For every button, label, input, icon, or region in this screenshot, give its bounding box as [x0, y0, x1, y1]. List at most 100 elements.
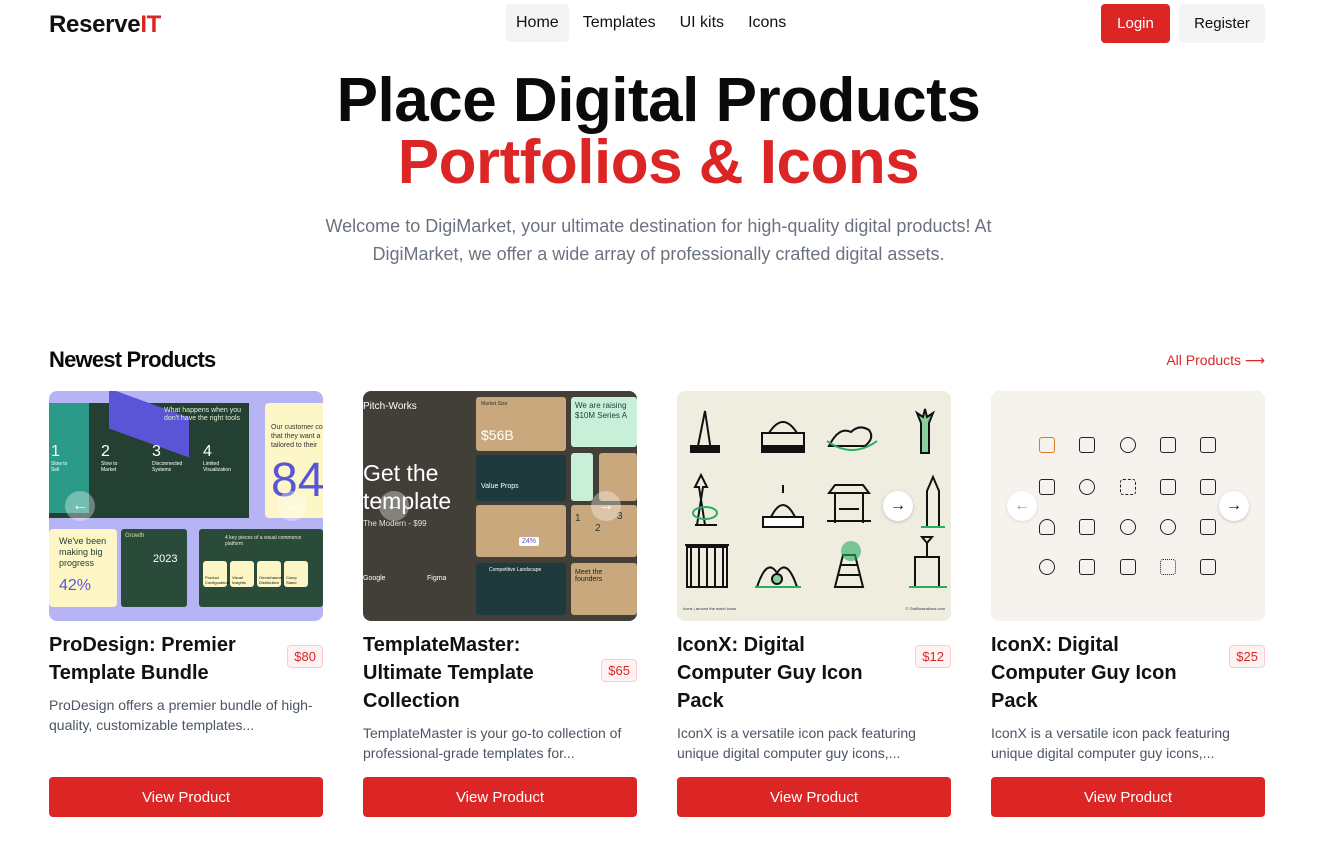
- thumb-caption-left: Icons | around the world icons: [683, 606, 737, 611]
- shopping-bag-icon: [1039, 437, 1055, 453]
- thumb-percent: 42%: [59, 577, 92, 594]
- thumb-shape: [121, 529, 187, 607]
- view-product-button[interactable]: View Product: [363, 777, 637, 817]
- thumb-market-value: $56B: [481, 427, 514, 443]
- thumb-step: 2 Slow to Market: [101, 443, 125, 473]
- wallet-icon: [1079, 437, 1095, 453]
- product-title[interactable]: ProDesign: Premier Template Bundle: [49, 631, 269, 687]
- product-title[interactable]: TemplateMaster: Ultimate Template Collec…: [363, 631, 583, 715]
- arrow-right-icon: →: [284, 497, 300, 514]
- view-product-button[interactable]: View Product: [49, 777, 323, 817]
- price-badge: $80: [287, 645, 323, 668]
- user-icon: [1039, 519, 1055, 535]
- product-card: Pitch-Works Get the template The Modern …: [363, 391, 637, 817]
- thumb-step-number: 4: [203, 443, 212, 460]
- hero-title-line2: Portfolios & Icons: [397, 128, 920, 197]
- carousel-next-button[interactable]: →: [1219, 491, 1249, 521]
- view-product-button[interactable]: View Product: [991, 777, 1265, 817]
- price-badge: $12: [915, 645, 951, 668]
- nav-link-home[interactable]: Home: [506, 4, 569, 42]
- product-title[interactable]: IconX: Digital Computer Guy Icon Pack: [677, 631, 897, 715]
- arrow-left-icon: ←: [1014, 497, 1030, 514]
- product-thumbnail[interactable]: ← →: [991, 391, 1265, 621]
- basket-icon: [1160, 437, 1176, 453]
- thumb-step-label: Limited Visualization: [203, 461, 231, 473]
- atm-icon: [1039, 479, 1055, 495]
- product-title[interactable]: IconX: Digital Computer Guy Icon Pack: [991, 631, 1211, 715]
- thumb-founders: Meet the founders: [575, 569, 603, 583]
- thumb-piece-label: Comp Stand: [284, 561, 308, 587]
- thumb-step-label: Disconnected Systems: [152, 461, 183, 473]
- card-header: TemplateMaster: Ultimate Template Collec…: [363, 631, 637, 763]
- add-icon: [1079, 479, 1095, 495]
- carousel-prev-button[interactable]: ←: [379, 491, 409, 521]
- discount-icon: [1039, 559, 1055, 575]
- arrow-left-icon: ←: [72, 497, 88, 514]
- ticket-icon: [1200, 559, 1216, 575]
- thumb-percent: 24%: [519, 537, 540, 546]
- arrow-left-icon: ←: [386, 497, 402, 514]
- price-badge: $25: [1229, 645, 1265, 668]
- lock-icon: [1160, 519, 1176, 535]
- nav-link-icons[interactable]: Icons: [738, 4, 796, 42]
- product-description: ProDesign offers a premier bundle of hig…: [49, 697, 313, 733]
- register-button[interactable]: Register: [1179, 4, 1265, 43]
- thumb-step: 4 Limited Visualization: [203, 443, 233, 473]
- thumb-raising-text: We are raising $10M Series A: [575, 401, 628, 420]
- thumb-piece-label: Visual Insights: [230, 561, 254, 587]
- qr-code-icon: [1160, 559, 1176, 575]
- hero-description: Welcome to DigiMarket, your ultimate des…: [325, 216, 992, 264]
- product-description: IconX is a versatile icon pack featuring…: [991, 725, 1230, 761]
- price-badge: $65: [601, 659, 637, 682]
- thumb-shape: [476, 505, 566, 557]
- scan-icon: [1120, 479, 1136, 495]
- product-thumbnail[interactable]: Pitch-Works Get the template The Modern …: [363, 391, 637, 621]
- all-products-link[interactable]: All Products ⟶: [1166, 352, 1265, 369]
- card-header: ProDesign: Premier Template Bundle $80 P…: [49, 631, 323, 735]
- thumb-piece-labels: Product Configuration Visual Insights Om…: [203, 561, 308, 587]
- thumb-num: 1: [575, 513, 581, 524]
- thumb-shape: [476, 455, 566, 501]
- carousel-next-button[interactable]: →: [883, 491, 913, 521]
- thumb-piece-label: Omnichannel Distribution: [257, 561, 283, 587]
- product-grid: What happens when you don't have the rig…: [49, 391, 1265, 817]
- nav-links: Home Templates UI kits Icons: [506, 4, 796, 42]
- nav-link-templates[interactable]: Templates: [573, 4, 666, 42]
- thumb-step: 3 Disconnected Systems: [152, 443, 188, 473]
- card-header: IconX: Digital Computer Guy Icon Pack $1…: [677, 631, 951, 763]
- thumb-shape: [571, 453, 593, 501]
- product-card: ← → IconX: Digital Computer Guy Icon Pac…: [991, 391, 1265, 817]
- product-card: Icons | around the world icons © GetIllu…: [677, 391, 951, 817]
- bag-icon: [1079, 519, 1095, 535]
- carousel-prev-button[interactable]: ←: [65, 491, 95, 521]
- thumb-piece-label: Product Configuration: [203, 561, 229, 587]
- product-thumbnail[interactable]: What happens when you don't have the rig…: [49, 391, 323, 621]
- carousel-next-button[interactable]: →: [277, 491, 307, 521]
- nav-link-ui-kits[interactable]: UI kits: [670, 4, 734, 42]
- view-product-button[interactable]: View Product: [677, 777, 951, 817]
- thumb-customer-text: Our customer co that they want a tailore…: [271, 424, 323, 449]
- receipt-icon: [1079, 559, 1095, 575]
- card-icon: [1160, 479, 1176, 495]
- login-button[interactable]: Login: [1101, 4, 1170, 43]
- hero-title: Place Digital Products Portfolios & Icon…: [0, 70, 1317, 194]
- carousel-next-button[interactable]: →: [591, 491, 621, 521]
- thumb-num: 2: [595, 523, 601, 534]
- product-description: TemplateMaster is your go-to collection …: [363, 725, 622, 761]
- brand-logo[interactable]: ReserveIT: [49, 11, 161, 39]
- settings-icon: [1120, 519, 1136, 535]
- shirt-icon: [1120, 559, 1136, 575]
- thumb-step-number: 2: [101, 443, 110, 460]
- thumb-step: 1 Slow to Sell: [51, 443, 75, 473]
- thumb-market-label: Market Size: [481, 401, 508, 407]
- hero-title-line1: Place Digital Products: [336, 66, 981, 135]
- cart-icon: [1200, 479, 1216, 495]
- thumb-logo: Google: [363, 575, 386, 582]
- phone-icon: [1200, 519, 1216, 535]
- product-thumbnail[interactable]: Icons | around the world icons © GetIllu…: [677, 391, 951, 621]
- top-navbar: ReserveIT Home Templates UI kits Icons L…: [0, 0, 1317, 48]
- carousel-prev-button[interactable]: ←: [1007, 491, 1037, 521]
- product-description: IconX is a versatile icon pack featuring…: [677, 725, 916, 761]
- thumb-props: Value Props: [481, 483, 519, 490]
- thumb-growth: Growth: [125, 533, 145, 539]
